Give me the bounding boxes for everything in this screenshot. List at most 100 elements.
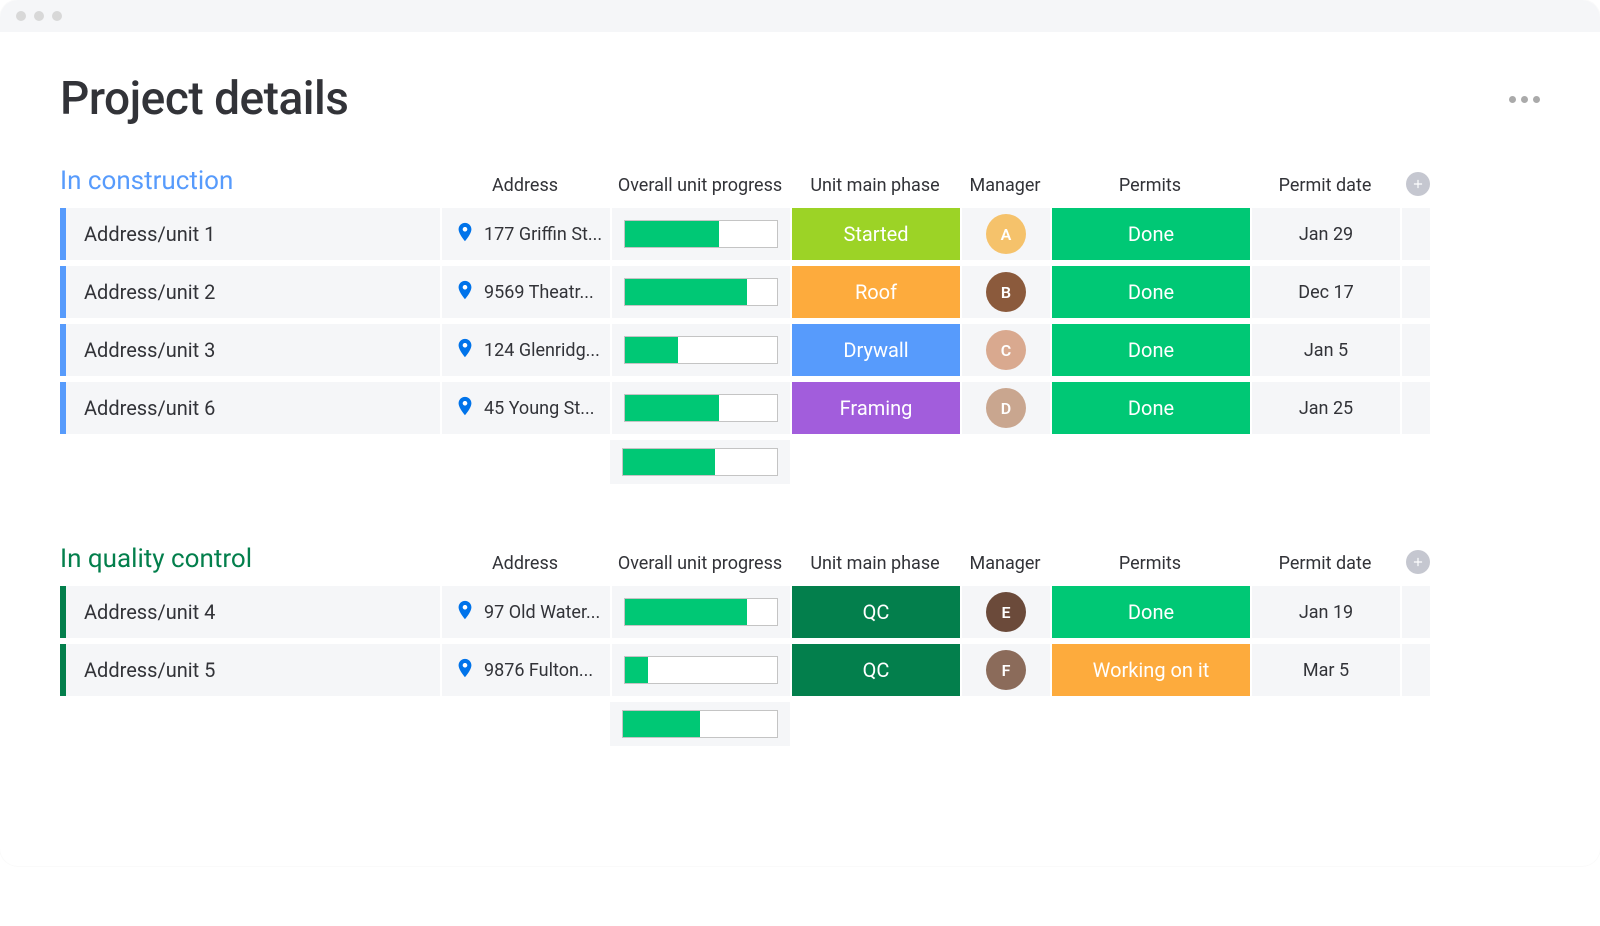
trailing-cell <box>1400 382 1430 434</box>
permit-date: Jan 29 <box>1299 224 1353 245</box>
manager-cell[interactable]: B <box>960 266 1050 318</box>
item-name-cell[interactable]: Address/unit 4 <box>60 586 440 638</box>
table-row[interactable]: Address/unit 1 177 Griffin St... Started… <box>60 208 1540 260</box>
manager-cell[interactable]: D <box>960 382 1050 434</box>
item-name-cell[interactable]: Address/unit 1 <box>60 208 440 260</box>
column-header-phase[interactable]: Unit main phase <box>790 175 960 196</box>
phase-cell[interactable]: QC <box>790 586 960 638</box>
permits-cell[interactable]: Done <box>1050 382 1250 434</box>
phase-label: QC <box>863 658 890 682</box>
avatar: F <box>986 650 1026 690</box>
column-header-address[interactable]: Address <box>440 175 610 196</box>
column-header-phase[interactable]: Unit main phase <box>790 553 960 574</box>
address-cell[interactable]: 177 Griffin St... <box>440 208 610 260</box>
phase-cell[interactable]: Framing <box>790 382 960 434</box>
group: In construction Address Overall unit pro… <box>60 166 1540 484</box>
progress-cell[interactable] <box>610 266 790 318</box>
table-row[interactable]: Address/unit 5 9876 Fulton... QC F Worki <box>60 644 1540 696</box>
column-header-progress[interactable]: Overall unit progress <box>610 553 790 574</box>
progress-fill <box>625 337 678 363</box>
column-header-manager[interactable]: Manager <box>960 175 1050 196</box>
permit-date-cell[interactable]: Dec 17 <box>1250 266 1400 318</box>
column-header-permit-date[interactable]: Permit date <box>1250 175 1400 196</box>
permits-cell[interactable]: Done <box>1050 208 1250 260</box>
item-name-cell[interactable]: Address/unit 3 <box>60 324 440 376</box>
group-header: In quality control Address Overall unit … <box>60 544 1540 574</box>
phase-cell[interactable]: Started <box>790 208 960 260</box>
group-rows: Address/unit 4 97 Old Water... QC E Done <box>60 586 1540 696</box>
manager-cell[interactable]: E <box>960 586 1050 638</box>
progress-cell[interactable] <box>610 586 790 638</box>
permits-cell[interactable]: Done <box>1050 324 1250 376</box>
group-header: In construction Address Overall unit pro… <box>60 166 1540 196</box>
window-control-dot[interactable] <box>34 11 44 21</box>
progress-cell[interactable] <box>610 644 790 696</box>
address-text: 177 Griffin St... <box>484 224 602 245</box>
permit-date: Mar 5 <box>1303 660 1349 681</box>
progress-cell[interactable] <box>610 324 790 376</box>
phase-cell[interactable]: Roof <box>790 266 960 318</box>
add-column-button[interactable] <box>1406 550 1430 574</box>
phase-cell[interactable]: QC <box>790 644 960 696</box>
permits-label: Done <box>1128 396 1174 420</box>
manager-cell[interactable]: C <box>960 324 1050 376</box>
item-name: Address/unit 2 <box>84 280 215 304</box>
address-cell[interactable]: 45 Young St... <box>440 382 610 434</box>
column-header-permits[interactable]: Permits <box>1050 175 1250 196</box>
manager-cell[interactable]: F <box>960 644 1050 696</box>
permits-cell[interactable]: Working on it <box>1050 644 1250 696</box>
progress-bar <box>624 394 778 422</box>
permit-date: Dec 17 <box>1298 282 1353 303</box>
window-control-dot[interactable] <box>52 11 62 21</box>
permits-cell[interactable]: Done <box>1050 266 1250 318</box>
phase-cell[interactable]: Drywall <box>790 324 960 376</box>
item-name-cell[interactable]: Address/unit 5 <box>60 644 440 696</box>
phase-label: Drywall <box>843 338 908 362</box>
progress-fill <box>625 279 747 305</box>
address-cell[interactable]: 97 Old Water... <box>440 586 610 638</box>
permit-date-cell[interactable]: Jan 5 <box>1250 324 1400 376</box>
item-name-cell[interactable]: Address/unit 2 <box>60 266 440 318</box>
permit-date: Jan 19 <box>1299 602 1353 623</box>
progress-bar <box>624 598 778 626</box>
progress-bar <box>624 336 778 364</box>
table-row[interactable]: Address/unit 6 45 Young St... Framing D <box>60 382 1540 434</box>
location-pin-icon <box>454 279 476 306</box>
avatar-initial: C <box>1001 341 1011 360</box>
app-window: Project details In construction Address … <box>0 0 1600 866</box>
address-cell[interactable]: 124 Glenridg... <box>440 324 610 376</box>
permit-date-cell[interactable]: Jan 29 <box>1250 208 1400 260</box>
group-title[interactable]: In quality control <box>60 544 440 574</box>
table-row[interactable]: Address/unit 2 9569 Theatr... Roof B Don <box>60 266 1540 318</box>
window-control-dot[interactable] <box>16 11 26 21</box>
more-options-button[interactable] <box>1509 96 1540 103</box>
add-column-button[interactable] <box>1406 172 1430 196</box>
table-row[interactable]: Address/unit 4 97 Old Water... QC E Done <box>60 586 1540 638</box>
manager-cell[interactable]: A <box>960 208 1050 260</box>
item-name-cell[interactable]: Address/unit 6 <box>60 382 440 434</box>
address-cell[interactable]: 9876 Fulton... <box>440 644 610 696</box>
address-cell[interactable]: 9569 Theatr... <box>440 266 610 318</box>
progress-fill <box>625 657 648 683</box>
progress-fill <box>625 395 719 421</box>
column-header-permits[interactable]: Permits <box>1050 553 1250 574</box>
trailing-cell <box>1400 266 1430 318</box>
permits-cell[interactable]: Done <box>1050 586 1250 638</box>
column-header-progress[interactable]: Overall unit progress <box>610 175 790 196</box>
column-header-permit-date[interactable]: Permit date <box>1250 553 1400 574</box>
permit-date-cell[interactable]: Jan 25 <box>1250 382 1400 434</box>
progress-cell[interactable] <box>610 208 790 260</box>
group-title[interactable]: In construction <box>60 166 440 196</box>
permit-date-cell[interactable]: Jan 19 <box>1250 586 1400 638</box>
progress-cell[interactable] <box>610 382 790 434</box>
avatar: C <box>986 330 1026 370</box>
column-header-manager[interactable]: Manager <box>960 553 1050 574</box>
group-summary-row <box>60 702 1540 746</box>
phase-label: Framing <box>840 396 913 420</box>
permit-date-cell[interactable]: Mar 5 <box>1250 644 1400 696</box>
table-row[interactable]: Address/unit 3 124 Glenridg... Drywall C <box>60 324 1540 376</box>
address-text: 45 Young St... <box>484 398 594 419</box>
column-header-address[interactable]: Address <box>440 553 610 574</box>
location-pin-icon <box>454 221 476 248</box>
progress-bar <box>624 656 778 684</box>
